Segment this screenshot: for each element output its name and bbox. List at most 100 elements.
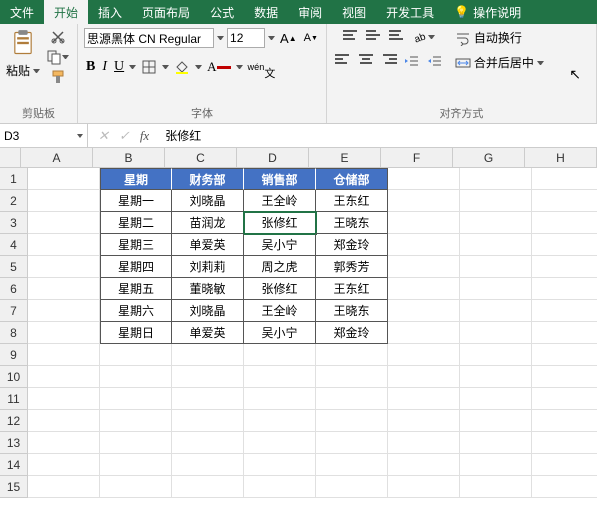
cut-button[interactable] <box>48 28 68 46</box>
tab-dev[interactable]: 开发工具 <box>376 0 444 24</box>
column-header-C[interactable]: C <box>165 148 237 167</box>
row-header-1[interactable]: 1 <box>0 168 28 190</box>
cell-B3[interactable]: 星期二 <box>100 212 172 234</box>
cell-D3[interactable]: 张修红 <box>244 212 316 234</box>
merge-center-button[interactable]: 合并后居中 <box>453 53 546 72</box>
cell-E9[interactable] <box>316 344 388 366</box>
cell-F2[interactable] <box>388 190 460 212</box>
phonetic-button[interactable]: wén文 <box>246 52 278 82</box>
cell-E6[interactable]: 王东红 <box>316 278 388 300</box>
row-header-14[interactable]: 14 <box>0 454 28 476</box>
copy-button[interactable] <box>44 48 71 66</box>
align-middle-button[interactable] <box>364 29 384 45</box>
cell-C10[interactable] <box>172 366 244 388</box>
row-header-3[interactable]: 3 <box>0 212 28 234</box>
cell-D14[interactable] <box>244 454 316 476</box>
cell-C11[interactable] <box>172 388 244 410</box>
cell-E8[interactable]: 郑金玲 <box>316 322 388 344</box>
cell-A6[interactable] <box>28 278 100 300</box>
cell-B13[interactable] <box>100 432 172 454</box>
cell-E11[interactable] <box>316 388 388 410</box>
cell-F8[interactable] <box>388 322 460 344</box>
cell-D4[interactable]: 吴小宁 <box>244 234 316 256</box>
cell-G2[interactable] <box>460 190 532 212</box>
cell-C15[interactable] <box>172 476 244 498</box>
cell-C2[interactable]: 刘晓晶 <box>172 190 244 212</box>
cell-E13[interactable] <box>316 432 388 454</box>
cell-H6[interactable] <box>532 278 597 300</box>
cell-D5[interactable]: 周之虎 <box>244 256 316 278</box>
column-header-H[interactable]: H <box>525 148 597 167</box>
select-all-corner[interactable] <box>0 148 21 167</box>
cell-A9[interactable] <box>28 344 100 366</box>
chevron-down-icon[interactable] <box>33 69 40 73</box>
cell-H5[interactable] <box>532 256 597 278</box>
cell-D2[interactable]: 王全岭 <box>244 190 316 212</box>
cell-G1[interactable] <box>460 168 532 190</box>
cell-A8[interactable] <box>28 322 100 344</box>
column-header-B[interactable]: B <box>93 148 165 167</box>
cell-H12[interactable] <box>532 410 597 432</box>
tab-data[interactable]: 数据 <box>244 0 288 24</box>
column-header-A[interactable]: A <box>21 148 93 167</box>
cell-G14[interactable] <box>460 454 532 476</box>
orientation-button[interactable]: ab <box>410 28 437 46</box>
cell-D11[interactable] <box>244 388 316 410</box>
underline-button[interactable]: U <box>112 58 126 76</box>
chevron-down-icon[interactable] <box>428 35 435 39</box>
tab-formula[interactable]: 公式 <box>200 0 244 24</box>
cell-A1[interactable] <box>28 168 100 190</box>
wrap-text-button[interactable]: 自动换行 <box>453 28 524 47</box>
cell-A10[interactable] <box>28 366 100 388</box>
cell-E3[interactable]: 王晓东 <box>316 212 388 234</box>
cell-E2[interactable]: 王东红 <box>316 190 388 212</box>
cell-F12[interactable] <box>388 410 460 432</box>
row-header-8[interactable]: 8 <box>0 322 28 344</box>
cell-B15[interactable] <box>100 476 172 498</box>
cell-B11[interactable] <box>100 388 172 410</box>
cell-E10[interactable] <box>316 366 388 388</box>
align-center-button[interactable] <box>356 53 376 69</box>
cell-C14[interactable] <box>172 454 244 476</box>
column-header-G[interactable]: G <box>453 148 525 167</box>
row-header-15[interactable]: 15 <box>0 476 28 498</box>
tab-page-layout[interactable]: 页面布局 <box>132 0 200 24</box>
cell-A2[interactable] <box>28 190 100 212</box>
chevron-down-icon[interactable] <box>268 36 275 40</box>
cell-B1[interactable]: 星期 <box>100 168 172 190</box>
cell-G8[interactable] <box>460 322 532 344</box>
cell-C12[interactable] <box>172 410 244 432</box>
formula-bar[interactable]: 张修红 <box>159 127 597 144</box>
cell-G10[interactable] <box>460 366 532 388</box>
cell-G12[interactable] <box>460 410 532 432</box>
cell-B10[interactable] <box>100 366 172 388</box>
row-header-13[interactable]: 13 <box>0 432 28 454</box>
cell-G9[interactable] <box>460 344 532 366</box>
cell-F14[interactable] <box>388 454 460 476</box>
cell-D12[interactable] <box>244 410 316 432</box>
chevron-down-icon[interactable] <box>217 36 224 40</box>
cell-H4[interactable] <box>532 234 597 256</box>
cell-G3[interactable] <box>460 212 532 234</box>
cell-G4[interactable] <box>460 234 532 256</box>
cell-B5[interactable]: 星期四 <box>100 256 172 278</box>
cell-G15[interactable] <box>460 476 532 498</box>
cell-H13[interactable] <box>532 432 597 454</box>
chevron-down-icon[interactable] <box>537 61 544 65</box>
cell-A13[interactable] <box>28 432 100 454</box>
cell-F5[interactable] <box>388 256 460 278</box>
cell-E14[interactable] <box>316 454 388 476</box>
decrease-indent-button[interactable] <box>402 52 422 70</box>
italic-button[interactable]: I <box>100 58 109 76</box>
cell-H3[interactable] <box>532 212 597 234</box>
cancel-button[interactable]: ✕ <box>96 127 111 145</box>
cell-B2[interactable]: 星期一 <box>100 190 172 212</box>
align-bottom-button[interactable] <box>387 29 407 45</box>
cell-A15[interactable] <box>28 476 100 498</box>
cell-H7[interactable] <box>532 300 597 322</box>
paste-button[interactable] <box>7 28 39 58</box>
format-painter-button[interactable] <box>48 68 68 86</box>
cell-H8[interactable] <box>532 322 597 344</box>
name-box[interactable] <box>0 124 88 147</box>
cell-A3[interactable] <box>28 212 100 234</box>
